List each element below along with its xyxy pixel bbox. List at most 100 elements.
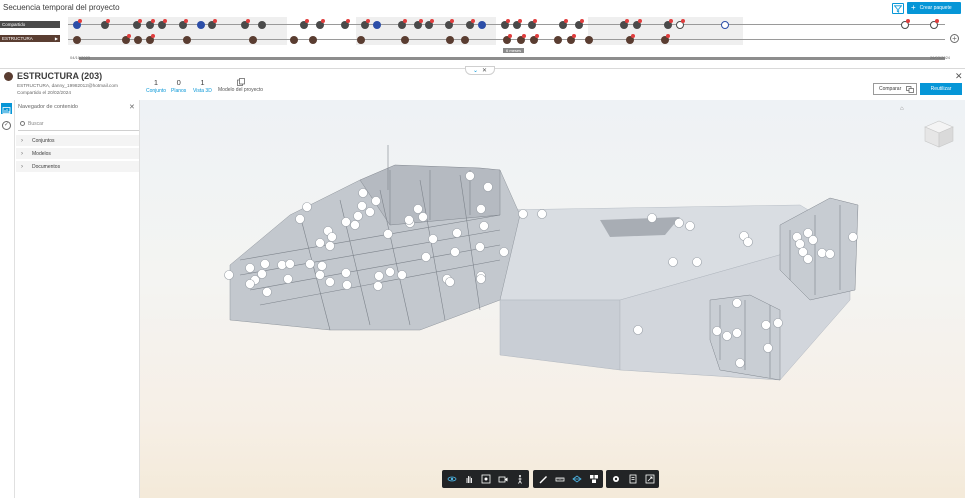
add-track-button[interactable]: + [950, 34, 959, 43]
issue-pin[interactable] [763, 343, 773, 353]
timeline-package-dot[interactable] [461, 36, 469, 44]
issue-pin[interactable] [452, 228, 462, 238]
compare-button[interactable]: Comparar [873, 83, 917, 95]
issue-pin[interactable] [803, 254, 813, 264]
timeline-package-dot[interactable] [249, 36, 257, 44]
timeline-package-dot[interactable] [309, 36, 317, 44]
walk-icon[interactable] [513, 473, 526, 486]
issue-pin[interactable] [445, 277, 455, 287]
issue-pin[interactable] [383, 229, 393, 239]
timeline-package-dot[interactable] [554, 36, 562, 44]
issue-pin[interactable] [743, 237, 753, 247]
issue-pin[interactable] [353, 211, 363, 221]
timeline-package-dot[interactable] [197, 21, 205, 29]
track-structure[interactable]: ESTRUCTURA ▶ [0, 35, 60, 42]
issue-pin[interactable] [325, 241, 335, 251]
create-package-button[interactable]: + Crear paquete [907, 2, 961, 14]
stat-planos[interactable]: 0 Planos [171, 78, 186, 94]
stat-conjunto[interactable]: 1 Conjunto [146, 78, 166, 94]
issue-pin[interactable] [483, 182, 493, 192]
close-panel-icon[interactable]: ✕ [955, 71, 963, 82]
project-model-link[interactable]: Modelo del proyecto [218, 78, 263, 93]
timeline-package-dot[interactable] [290, 36, 298, 44]
filter-button[interactable] [892, 3, 904, 14]
timeline-package-dot[interactable] [585, 36, 593, 44]
timeline-package-dot[interactable] [373, 21, 381, 29]
issue-pin[interactable] [224, 270, 234, 280]
explode-icon[interactable] [587, 473, 600, 486]
issue-pin[interactable] [245, 263, 255, 273]
timeline-package-dot[interactable] [357, 36, 365, 44]
issue-pin[interactable] [325, 277, 335, 287]
timeline-package-dot[interactable] [721, 21, 729, 29]
section-icon[interactable] [570, 473, 583, 486]
navigator-icon[interactable] [1, 103, 12, 114]
issue-pin[interactable] [413, 204, 423, 214]
timeline-package-dot[interactable] [478, 21, 486, 29]
issue-pin[interactable] [732, 298, 742, 308]
navigator-search-input[interactable]: Buscar [18, 118, 139, 131]
building-model[interactable] [140, 100, 965, 498]
track-shared[interactable]: Compartido [0, 21, 60, 28]
issue-pin[interactable] [302, 202, 312, 212]
issue-pin[interactable] [371, 196, 381, 206]
issue-pin[interactable] [712, 326, 722, 336]
orbit-icon[interactable] [445, 473, 458, 486]
issue-pin[interactable] [365, 207, 375, 217]
issue-pin[interactable] [315, 270, 325, 280]
issue-pin[interactable] [499, 247, 509, 257]
issue-pin[interactable] [722, 331, 732, 341]
issue-pin[interactable] [479, 221, 489, 231]
issue-pin[interactable] [633, 325, 643, 335]
issue-pin[interactable] [418, 212, 428, 222]
issue-pin[interactable] [450, 247, 460, 257]
stat-vista3d[interactable]: 1 Vista 3D [193, 78, 212, 94]
issue-pin[interactable] [358, 188, 368, 198]
issue-pin[interactable] [735, 358, 745, 368]
issue-pin[interactable] [668, 257, 678, 267]
issue-pin[interactable] [262, 287, 272, 297]
issue-pin[interactable] [808, 235, 818, 245]
issue-pin[interactable] [341, 217, 351, 227]
timeline-package-dot[interactable] [446, 36, 454, 44]
issue-pin[interactable] [421, 252, 431, 262]
issue-pin[interactable] [476, 274, 486, 284]
issue-pin[interactable] [476, 204, 486, 214]
markup-icon[interactable] [536, 473, 549, 486]
issue-pin[interactable] [647, 213, 657, 223]
issue-pin[interactable] [685, 221, 695, 231]
properties-icon[interactable] [626, 473, 639, 486]
timeline-scrollbar[interactable] [79, 57, 945, 60]
project-timeline[interactable]: Compartido ESTRUCTURA ▶ 6 meses 04/10/202… [0, 17, 965, 69]
navigator-close-icon[interactable]: ✕ [129, 103, 135, 111]
issue-pin[interactable] [692, 257, 702, 267]
issue-pin[interactable] [342, 280, 352, 290]
model-viewer-3d[interactable] [140, 100, 965, 498]
issue-pin[interactable] [518, 209, 528, 219]
timeline-package-dot[interactable] [134, 36, 142, 44]
issue-pin[interactable] [327, 232, 337, 242]
home-view-icon[interactable]: ⌂ [900, 106, 904, 112]
collapse-toggle[interactable]: ⌄ ✕ [465, 66, 495, 75]
timeline-package-dot[interactable] [183, 36, 191, 44]
issue-pin[interactable] [245, 279, 255, 289]
nav-item-conjuntos[interactable]: › Conjuntos [16, 135, 139, 147]
issue-pin[interactable] [404, 215, 414, 225]
issue-pin[interactable] [732, 328, 742, 338]
viewcube[interactable] [921, 117, 957, 149]
issue-pin[interactable] [465, 171, 475, 181]
issue-pin[interactable] [357, 201, 367, 211]
measure-icon[interactable] [553, 473, 566, 486]
settings-icon[interactable] [609, 473, 622, 486]
nav-item-documentos[interactable]: › Documentos [16, 161, 139, 173]
issue-pin[interactable] [373, 281, 383, 291]
timeline-package-dot[interactable] [73, 36, 81, 44]
timeline-package-dot[interactable] [401, 36, 409, 44]
issue-pin[interactable] [817, 248, 827, 258]
issue-pin[interactable] [428, 234, 438, 244]
issue-pin[interactable] [825, 249, 835, 259]
timeline-package-dot[interactable] [258, 21, 266, 29]
issue-pin[interactable] [295, 214, 305, 224]
issue-pin[interactable] [475, 242, 485, 252]
nav-item-modelos[interactable]: › Modelos [16, 148, 139, 160]
